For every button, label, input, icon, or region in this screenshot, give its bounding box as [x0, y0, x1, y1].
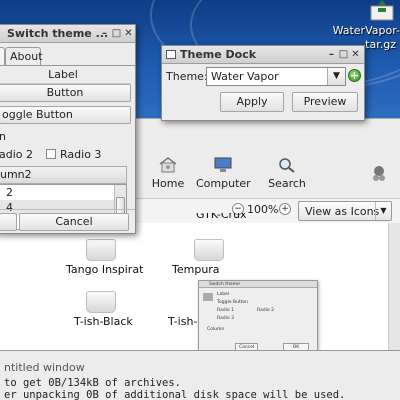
theme-preview-dialog: Switch theme Label Toggle Button Radio 1… [198, 280, 318, 356]
cancel-button[interactable]: Cancel [19, 213, 129, 231]
search-label: Search [268, 177, 306, 190]
view-mode-value: View as Icons [305, 205, 380, 218]
close-icon[interactable]: ✕ [123, 28, 134, 39]
throbber-icon [373, 166, 385, 181]
zoom-level: 100% [247, 203, 279, 216]
window-title: Theme Dock [180, 48, 257, 61]
file-grid: GTK-Crux Tango Inspirat Tempura T-ish-Bl… [0, 213, 388, 351]
terminal-title: ntitled window [4, 361, 85, 374]
tab-label: About [10, 50, 43, 63]
preview-label: Preview [303, 95, 347, 108]
file-name[interactable]: GTK-Crux [196, 213, 247, 221]
radio-2[interactable]: adio 2 [0, 148, 33, 161]
preview-column: Column [207, 327, 225, 332]
checkbox-icon[interactable] [46, 149, 57, 159]
folder-icon[interactable] [86, 291, 116, 313]
sample-label: Label [0, 66, 131, 84]
theme-dock-titlebar[interactable]: Theme Dock – □ ✕ [162, 46, 364, 64]
preview-toggle: Toggle Button [217, 300, 248, 305]
radio-3[interactable]: Radio 3 [60, 148, 101, 161]
view-mode-select[interactable]: View as Icons ▼ [298, 201, 392, 221]
tree-row[interactable]: 2 [0, 185, 114, 200]
minimize-icon[interactable]: – [99, 28, 110, 39]
window-icon [166, 50, 176, 59]
home-button[interactable]: Home [150, 157, 186, 190]
window-title: Switch theme ... [7, 27, 109, 40]
theme-dock-window: Theme Dock – □ ✕ Theme: Water Vapor ▼ + … [161, 45, 365, 121]
sample-toggle-label: oggle Button [2, 108, 73, 121]
chevron-down-icon: ▼ [375, 202, 391, 220]
search-icon [279, 158, 295, 173]
preview-radio-2: Radio 2 [257, 308, 274, 313]
theme-value: Water Vapor [211, 70, 279, 83]
apply-label: Apply [236, 95, 268, 108]
maximize-icon[interactable]: □ [111, 28, 122, 39]
widget-preview-panel: Label Button oggle Button n adio 2 Radio… [0, 65, 135, 233]
computer-label: Computer [196, 177, 251, 190]
terminal-line: er unpacking 0B of additional disk space… [4, 389, 346, 400]
ok-button[interactable] [0, 213, 17, 231]
switch-theme-window: Switch theme ... – □ ✕ About Label Butto… [0, 24, 136, 234]
preview-radio-3: Radio 3 [217, 316, 234, 321]
radio-row: adio 2 Radio 3 [0, 146, 131, 164]
minimize-icon[interactable]: – [326, 49, 337, 60]
add-theme-icon[interactable]: + [348, 69, 361, 82]
folder-icon[interactable] [194, 239, 224, 261]
section-label: n [0, 130, 6, 143]
close-icon[interactable]: ✕ [350, 49, 361, 60]
chevron-down-icon: ▼ [327, 68, 345, 85]
theme-select[interactable]: Water Vapor ▼ [206, 67, 346, 86]
computer-icon [214, 157, 232, 172]
zoom-in-icon[interactable]: + [279, 203, 291, 215]
terminal-window: ntitled window to get 0B/134kB of archiv… [0, 350, 400, 400]
folder-icon[interactable] [86, 239, 116, 261]
preview-title: Switch theme [199, 281, 317, 288]
sample-button-label: Button [46, 86, 84, 99]
home-label: Home [151, 177, 185, 190]
home-icon [159, 157, 177, 173]
terminal-line: to get 0B/134kB of archives. [4, 377, 182, 389]
preview-button[interactable]: Preview [292, 92, 358, 112]
apply-button[interactable]: Apply [220, 92, 284, 112]
theme-label: Theme: [166, 70, 208, 83]
preview-image-icon [203, 293, 213, 301]
zoom-control: − 100% + View as Icons ▼ [232, 201, 392, 221]
button-row: Cancel [0, 209, 135, 233]
tab-about[interactable]: About [5, 47, 43, 65]
file-grid-scrollbar[interactable] [388, 223, 400, 351]
switch-theme-titlebar[interactable]: Switch theme ... – □ ✕ [0, 25, 135, 43]
tab-bar: About [0, 45, 135, 65]
sample-toggle-button[interactable]: oggle Button [0, 106, 131, 124]
preview-radio-1: Radio 1 [217, 308, 234, 313]
maximize-icon[interactable]: □ [338, 49, 349, 60]
file-name[interactable]: Tango Inspirat [66, 263, 143, 276]
preview-label: Label [217, 292, 230, 297]
sample-button[interactable]: Button [0, 84, 131, 102]
file-name[interactable]: T-ish-Black [74, 315, 133, 328]
column-header[interactable]: umn2 [0, 166, 127, 184]
computer-button[interactable]: Computer [196, 157, 251, 190]
archive-icon[interactable] [368, 0, 396, 22]
cancel-label: Cancel [55, 215, 93, 228]
search-button[interactable]: Search [266, 157, 308, 190]
file-name[interactable]: Tempura [172, 263, 220, 276]
